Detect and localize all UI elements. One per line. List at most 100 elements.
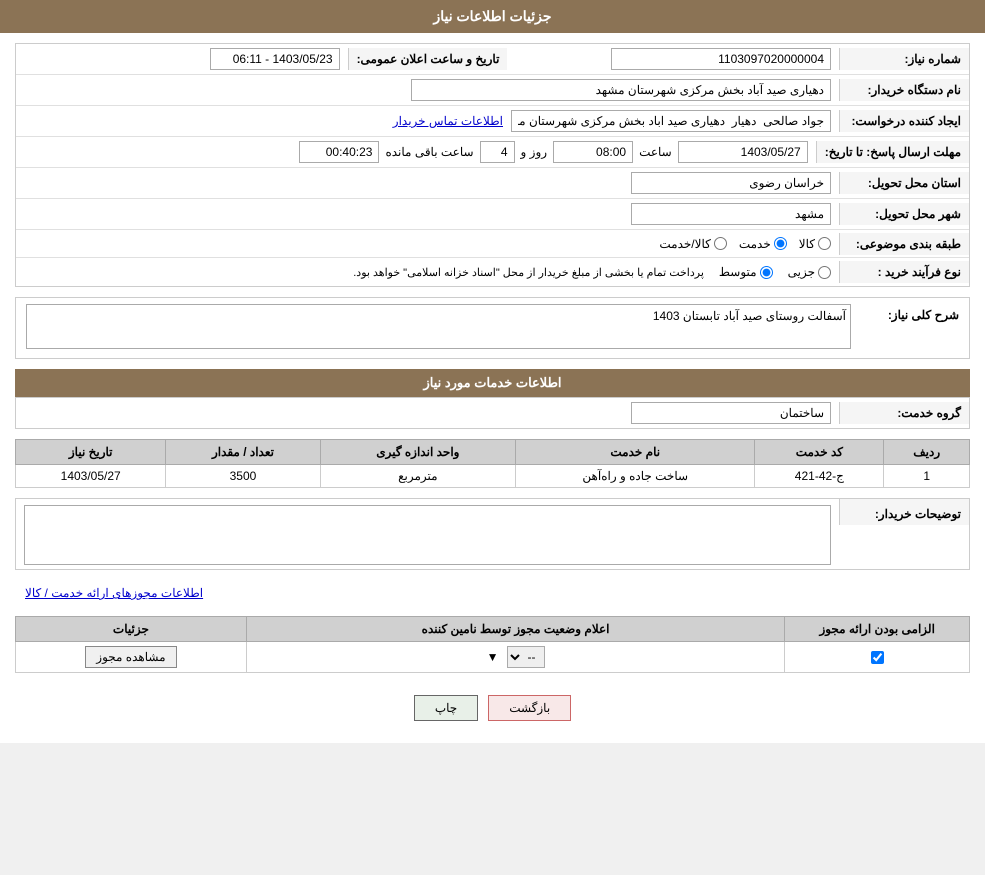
cell-service-code: ج-42-421: [755, 465, 884, 488]
need-description-label: شرح کلی نیاز:: [859, 304, 959, 322]
announcement-date-label: تاریخ و ساعت اعلان عمومی:: [348, 48, 508, 70]
radio-khedmat[interactable]: [774, 237, 787, 250]
label-jozii: جزیی: [788, 265, 815, 279]
need-description-content: آسفالت روستای صید آباد تابستان 1403: [26, 304, 851, 352]
row-service-group: گروه خدمت:: [16, 398, 969, 428]
table-row: 1 ج-42-421 ساخت جاده و راه‌آهن مترمربع 3…: [16, 465, 970, 488]
button-group: بازگشت چاپ: [15, 683, 970, 733]
cell-details: مشاهده مجوز: [16, 642, 247, 673]
col-quantity: تعداد / مقدار: [166, 440, 320, 465]
province-value-cell: [16, 168, 839, 198]
radio-motavasset[interactable]: [760, 266, 773, 279]
process-type-group: جزیی متوسط پرداخت تمام یا بخشی از مبلغ خ…: [353, 265, 831, 279]
cell-quantity: 3500: [166, 465, 320, 488]
service-group-label: گروه خدمت:: [839, 402, 969, 424]
city-input[interactable]: [631, 203, 831, 225]
col-date: تاریخ نیاز: [16, 440, 166, 465]
deadline-time-input[interactable]: [553, 141, 633, 163]
print-button[interactable]: چاپ: [414, 695, 478, 721]
need-description-textarea[interactable]: آسفالت روستای صید آباد تابستان 1403: [26, 304, 851, 349]
buyer-notes-row: توضیحات خریدار:: [16, 499, 969, 569]
need-description-inner: شرح کلی نیاز: آسفالت روستای صید آباد تاب…: [26, 304, 959, 352]
deadline-days-input[interactable]: [480, 141, 515, 163]
row-buyer-org: نام دستگاه خریدار:: [16, 75, 969, 106]
services-section: گروه خدمت:: [15, 397, 970, 429]
services-table-section: ردیف کد خدمت نام خدمت واحد اندازه گیری ت…: [15, 439, 970, 488]
deadline-time-label: ساعت: [639, 145, 672, 159]
city-label: شهر محل تحویل:: [839, 203, 969, 225]
cell-row-num: 1: [884, 465, 970, 488]
category-kala[interactable]: کالا: [799, 237, 831, 251]
category-label: طبقه بندی موضوعی:: [839, 233, 969, 255]
announcement-date-input[interactable]: [210, 48, 340, 70]
service-group-input[interactable]: [631, 402, 831, 424]
row-requester: ایجاد کننده درخواست: اطلاعات تماس خریدار: [16, 106, 969, 137]
row-announcement-number: شماره نیاز: تاریخ و ساعت اعلان عمومی:: [16, 44, 969, 75]
announcement-date-value-cell: [16, 44, 348, 74]
process-description: پرداخت تمام یا بخشی از مبلغ خریدار از مح…: [353, 266, 704, 279]
row-category: طبقه بندی موضوعی: کالا خدمت کالا/خدمت: [16, 230, 969, 258]
city-value-cell: [16, 199, 839, 229]
permits-table-section: الزامی بودن ارائه مجوز اعلام وضعیت مجوز …: [15, 616, 970, 673]
requester-label: ایجاد کننده درخواست:: [839, 110, 969, 132]
radio-kala[interactable]: [818, 237, 831, 250]
row-process: نوع فرآیند خرید : جزیی متوسط پرداخت تمام…: [16, 258, 969, 286]
category-khedmat[interactable]: خدمت: [739, 237, 787, 251]
need-number-input[interactable]: [611, 48, 831, 70]
requester-input[interactable]: [511, 110, 831, 132]
page-title: جزئیات اطلاعات نیاز: [0, 0, 985, 33]
buyer-notes-section: توضیحات خریدار:: [15, 498, 970, 570]
view-permit-button[interactable]: مشاهده مجوز: [85, 646, 176, 668]
col-service-code: کد خدمت: [755, 440, 884, 465]
col-row-num: ردیف: [884, 440, 970, 465]
row-province: استان محل تحویل:: [16, 168, 969, 199]
permits-table: الزامی بودن ارائه مجوز اعلام وضعیت مجوز …: [15, 616, 970, 673]
requester-value-cell: اطلاعات تماس خریدار: [16, 106, 839, 136]
col-required: الزامی بودن ارائه مجوز: [785, 617, 970, 642]
cell-service-name: ساخت جاده و راه‌آهن: [516, 465, 755, 488]
deadline-date-input[interactable]: [678, 141, 808, 163]
row-city: شهر محل تحویل:: [16, 199, 969, 230]
deadline-value-cell: ساعت روز و ساعت باقی مانده: [16, 137, 816, 167]
category-kala-khedmat[interactable]: کالا/خدمت: [659, 237, 726, 251]
status-select[interactable]: --: [507, 646, 545, 668]
province-label: استان محل تحویل:: [839, 172, 969, 194]
buyer-org-input[interactable]: [411, 79, 831, 101]
cell-required: [785, 642, 970, 673]
service-group-value-cell: [16, 398, 839, 428]
col-status: اعلام وضعیت مجوز توسط نامین کننده: [246, 617, 785, 642]
col-details: جزئیات: [16, 617, 247, 642]
deadline-remaining-label: ساعت باقی مانده: [385, 145, 473, 159]
need-description-section: شرح کلی نیاز: آسفالت روستای صید آباد تاب…: [15, 297, 970, 359]
row-deadline: مهلت ارسال پاسخ: تا تاریخ: ساعت روز و سا…: [16, 137, 969, 168]
need-number-label: شماره نیاز:: [839, 48, 969, 70]
process-motavasset[interactable]: متوسط: [719, 265, 773, 279]
cell-date: 1403/05/27: [16, 465, 166, 488]
process-jozii[interactable]: جزیی: [788, 265, 831, 279]
status-arrow: ▼: [487, 650, 499, 664]
province-input[interactable]: [631, 172, 831, 194]
process-value-cell: جزیی متوسط پرداخت تمام یا بخشی از مبلغ خ…: [16, 261, 839, 283]
back-button[interactable]: بازگشت: [488, 695, 571, 721]
label-kala: کالا: [799, 237, 815, 251]
need-number-value-cell: [507, 44, 839, 74]
buyer-org-value-cell: [16, 75, 839, 105]
table-row: -- ▼ مشاهده مجوز: [16, 642, 970, 673]
buyer-notes-label: توضیحات خریدار:: [839, 499, 969, 525]
label-motavasset: متوسط: [719, 265, 757, 279]
col-unit: واحد اندازه گیری: [320, 440, 516, 465]
category-value-cell: کالا خدمت کالا/خدمت: [16, 233, 839, 255]
buyer-org-label: نام دستگاه خریدار:: [839, 79, 969, 101]
deadline-day-label: روز و: [521, 145, 548, 159]
deadline-label: مهلت ارسال پاسخ: تا تاریخ:: [816, 141, 969, 163]
radio-jozii[interactable]: [818, 266, 831, 279]
contact-info-link[interactable]: اطلاعات تماس خریدار: [393, 114, 503, 128]
radio-kala-khedmat[interactable]: [714, 237, 727, 250]
required-checkbox[interactable]: [871, 651, 884, 664]
cell-unit: مترمربع: [320, 465, 516, 488]
buyer-notes-value-cell: [16, 499, 839, 569]
buyer-notes-textarea[interactable]: [24, 505, 831, 565]
permits-footer-link[interactable]: اطلاعات مجوزهای ارائه خدمت / کالا: [15, 580, 970, 606]
deadline-remaining-input[interactable]: [299, 141, 379, 163]
services-table: ردیف کد خدمت نام خدمت واحد اندازه گیری ت…: [15, 439, 970, 488]
